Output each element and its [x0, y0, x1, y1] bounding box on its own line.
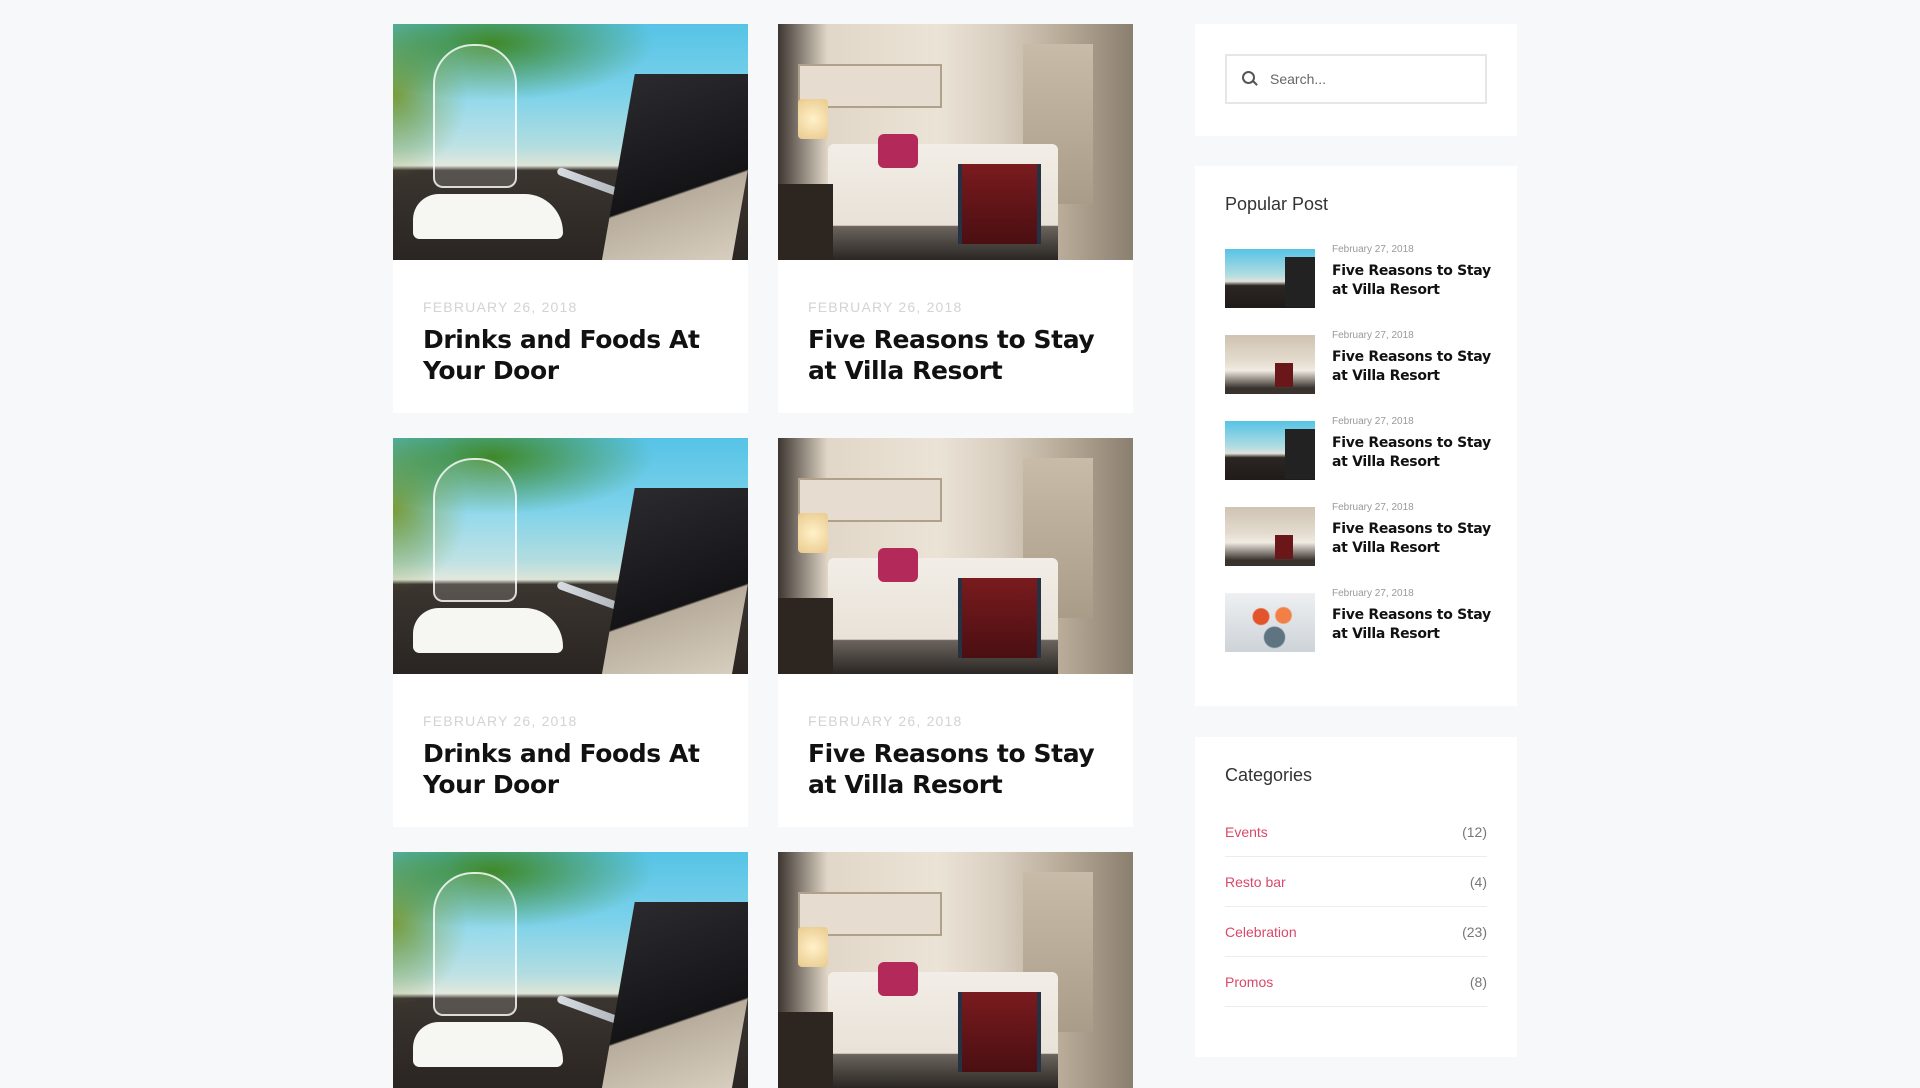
post-title[interactable]: Five Reasons to Stay at Villa Resort: [1332, 262, 1492, 300]
category-count: (23): [1462, 923, 1487, 940]
post-title[interactable]: Drinks and Foods At Your Door: [423, 324, 718, 386]
post-card[interactable]: [393, 852, 748, 1088]
widget-title: Categories: [1225, 765, 1313, 785]
post-image-hotel-bedroom[interactable]: [778, 852, 1133, 1088]
category-item-events[interactable]: Events (12): [1225, 807, 1487, 857]
popular-post-item[interactable]: February 27, 2018 Five Reasons to Stay a…: [1225, 416, 1492, 483]
post-date: FEBRUARY 26, 2018: [808, 713, 963, 729]
categories-widget: Categories Events (12) Resto bar (4) Cel…: [1195, 737, 1517, 1057]
post-title[interactable]: Five Reasons to Stay at Villa Resort: [808, 738, 1103, 800]
category-count: (12): [1462, 823, 1487, 840]
category-name[interactable]: Celebration: [1225, 924, 1297, 940]
post-title[interactable]: Five Reasons to Stay at Villa Resort: [808, 324, 1103, 386]
search-input[interactable]: [1268, 70, 1472, 88]
post-image-hotel-bedroom[interactable]: [778, 438, 1133, 674]
popular-post-item[interactable]: February 27, 2018 Five Reasons to Stay a…: [1225, 502, 1492, 569]
post-date: FEBRUARY 26, 2018: [808, 299, 963, 315]
search-widget: [1195, 24, 1517, 136]
post-date: February 27, 2018: [1332, 330, 1414, 341]
post-thumbnail[interactable]: [1225, 335, 1315, 394]
widget-title: Popular Post: [1225, 194, 1329, 214]
search-icon[interactable]: [1242, 71, 1258, 87]
post-card[interactable]: FEBRUARY 26, 2018 Drinks and Foods At Yo…: [393, 438, 748, 827]
post-card[interactable]: FEBRUARY 26, 2018 Five Reasons to Stay a…: [778, 438, 1133, 827]
post-thumbnail[interactable]: [1225, 507, 1315, 566]
popular-post-item[interactable]: February 27, 2018 Five Reasons to Stay a…: [1225, 588, 1492, 655]
popular-post-item[interactable]: February 27, 2018 Five Reasons to Stay a…: [1225, 330, 1492, 397]
category-count: (4): [1469, 873, 1487, 890]
post-title[interactable]: Drinks and Foods At Your Door: [423, 738, 718, 800]
popular-post-widget: Popular Post February 27, 2018 Five Reas…: [1195, 166, 1517, 706]
post-card[interactable]: FEBRUARY 26, 2018 Drinks and Foods At Yo…: [393, 24, 748, 413]
post-title[interactable]: Five Reasons to Stay at Villa Resort: [1332, 434, 1492, 472]
post-card[interactable]: FEBRUARY 26, 2018 Five Reasons to Stay a…: [778, 24, 1133, 413]
search-box[interactable]: [1225, 54, 1487, 104]
post-date: February 27, 2018: [1332, 416, 1414, 427]
category-item-resto-bar[interactable]: Resto bar (4): [1225, 857, 1487, 907]
post-date: FEBRUARY 26, 2018: [423, 299, 578, 315]
category-count: (8): [1469, 973, 1487, 990]
category-name[interactable]: Resto bar: [1225, 874, 1286, 890]
post-image-table-setting[interactable]: [393, 852, 748, 1088]
post-date: FEBRUARY 26, 2018: [423, 713, 578, 729]
post-image-hotel-bedroom[interactable]: [778, 24, 1133, 260]
post-date: February 27, 2018: [1332, 502, 1414, 513]
post-image-table-setting[interactable]: [393, 438, 748, 674]
post-title[interactable]: Five Reasons to Stay at Villa Resort: [1332, 520, 1492, 558]
category-name[interactable]: Events: [1225, 824, 1268, 840]
post-thumbnail[interactable]: [1225, 593, 1315, 652]
post-title[interactable]: Five Reasons to Stay at Villa Resort: [1332, 606, 1492, 644]
popular-post-item[interactable]: February 27, 2018 Five Reasons to Stay a…: [1225, 244, 1492, 311]
post-title[interactable]: Five Reasons to Stay at Villa Resort: [1332, 348, 1492, 386]
post-date: February 27, 2018: [1332, 244, 1414, 255]
category-item-celebration[interactable]: Celebration (23): [1225, 907, 1487, 957]
post-card[interactable]: [778, 852, 1133, 1088]
category-name[interactable]: Promos: [1225, 974, 1273, 990]
post-image-table-setting[interactable]: [393, 24, 748, 260]
post-thumbnail[interactable]: [1225, 249, 1315, 308]
category-item-promos[interactable]: Promos (8): [1225, 957, 1487, 1007]
post-date: February 27, 2018: [1332, 588, 1414, 599]
post-thumbnail[interactable]: [1225, 421, 1315, 480]
